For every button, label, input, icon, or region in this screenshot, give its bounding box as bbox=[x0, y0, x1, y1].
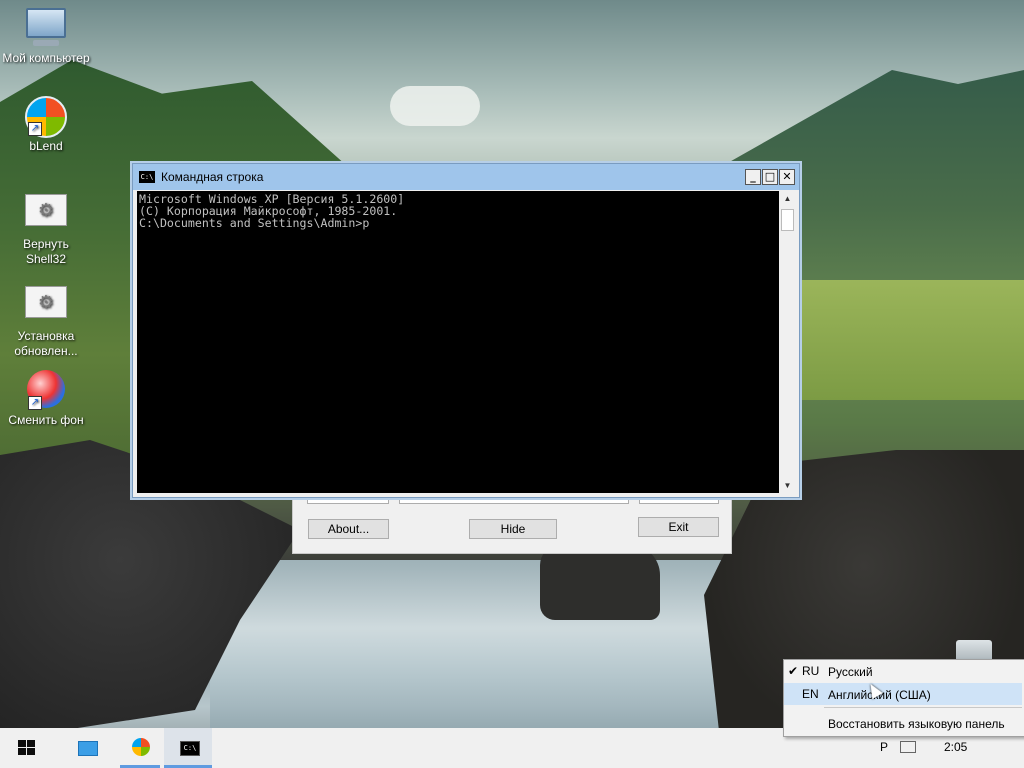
computer-icon bbox=[24, 8, 68, 48]
language-name: Русский bbox=[828, 665, 873, 679]
taskbar-command-prompt[interactable]: C:\ bbox=[164, 728, 212, 768]
checkmark-icon: ✔ bbox=[788, 664, 799, 678]
desktop-icon-restore-shell32[interactable]: ⚙ Вернуть Shell32 bbox=[2, 190, 90, 267]
language-option-en[interactable]: EN Английский (США) bbox=[784, 683, 1022, 705]
console-output[interactable]: Microsoft Windows XP [Версия 5.1.2600] (С… bbox=[137, 191, 779, 493]
network-icon[interactable] bbox=[900, 741, 916, 753]
clock[interactable]: 2:05 bbox=[944, 740, 967, 754]
desktop-icon-blend[interactable]: ↗ bLend bbox=[2, 96, 90, 154]
taskbar-desktop-button[interactable] bbox=[68, 728, 108, 768]
windows-logo-icon bbox=[18, 740, 35, 755]
wallpaper-cloud bbox=[390, 86, 480, 126]
desktop-icon bbox=[78, 741, 98, 756]
maximize-button[interactable]: □ bbox=[762, 169, 778, 185]
start-button[interactable] bbox=[0, 728, 52, 768]
window-title: Командная строка bbox=[161, 170, 264, 184]
wallpaper-river bbox=[210, 560, 770, 730]
about-button[interactable]: About... bbox=[308, 519, 389, 539]
vertical-scrollbar[interactable]: ▲ ▼ bbox=[779, 191, 796, 493]
windows-orb-icon bbox=[132, 738, 150, 756]
windows-orb-icon: ↗ bbox=[24, 96, 68, 138]
desktop-icon-install-updates[interactable]: ⚙ Установка обновлен... bbox=[2, 282, 90, 359]
language-code: EN bbox=[802, 687, 819, 701]
menu-separator bbox=[824, 707, 1022, 708]
desktop-icon-my-computer[interactable]: Мой компьютер bbox=[2, 8, 90, 66]
console-icon: C:\ bbox=[180, 741, 200, 756]
close-button[interactable]: ✕ bbox=[779, 169, 795, 185]
gear-document-icon: ⚙ bbox=[24, 286, 68, 326]
desktop-icon-label: Установка обновлен... bbox=[14, 329, 78, 358]
language-menu: ✔ RU Русский EN Английский (США) Восстан… bbox=[783, 659, 1024, 737]
desktop-icon-label: Сменить фон bbox=[8, 413, 84, 427]
scroll-down-arrow-icon[interactable]: ▼ bbox=[780, 478, 795, 493]
console-prompt-line: C:\Documents and Settings\Admin>p bbox=[139, 216, 370, 230]
wallpaper-rock-mid bbox=[540, 545, 660, 620]
wallpaper-meadow bbox=[784, 280, 1024, 400]
desktop-icon-label: Мой компьютер bbox=[2, 51, 90, 65]
desktop-icon-label: bLend bbox=[29, 139, 63, 153]
title-bar[interactable]: C:\ Командная строка _ □ ✕ bbox=[133, 164, 799, 190]
desktop-icon-label: Вернуть Shell32 bbox=[23, 237, 69, 266]
taskbar-windows-app[interactable] bbox=[120, 728, 160, 768]
restore-language-bar-item[interactable]: Восстановить языковую панель bbox=[828, 717, 1005, 731]
shortcut-arrow-icon: ↗ bbox=[28, 122, 42, 136]
tray-language-indicator[interactable]: Р bbox=[880, 740, 888, 754]
exit-button[interactable]: Exit bbox=[638, 517, 719, 537]
scroll-up-arrow-icon[interactable]: ▲ bbox=[780, 191, 795, 206]
wallpaper-icon: ↗ bbox=[24, 370, 68, 410]
gear-document-icon: ⚙ bbox=[24, 194, 68, 234]
language-option-ru[interactable]: ✔ RU Русский bbox=[784, 660, 1022, 682]
command-prompt-window[interactable]: C:\ Командная строка _ □ ✕ Microsoft Win… bbox=[132, 163, 800, 498]
minimize-button[interactable]: _ bbox=[745, 169, 761, 185]
scroll-thumb[interactable] bbox=[781, 209, 794, 231]
console-icon: C:\ bbox=[139, 171, 155, 183]
shortcut-arrow-icon: ↗ bbox=[28, 396, 42, 410]
desktop-icon-change-wallpaper[interactable]: ↗ Сменить фон bbox=[2, 370, 90, 428]
hide-button[interactable]: Hide bbox=[469, 519, 557, 539]
language-code: RU bbox=[802, 664, 820, 678]
